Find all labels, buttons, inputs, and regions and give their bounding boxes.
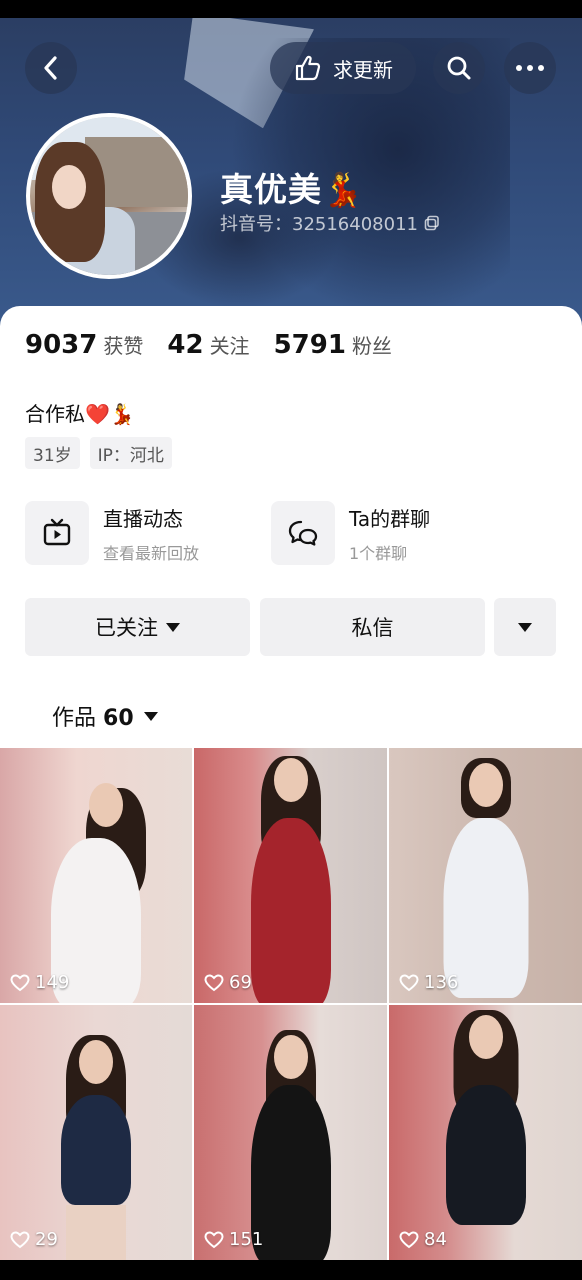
video-thumbnail[interactable]: 84: [389, 1005, 582, 1260]
video-thumbnail[interactable]: 29: [0, 1005, 192, 1260]
douyin-id-text: 抖音号：32516408011: [220, 214, 418, 235]
heart-outline-icon: [10, 973, 30, 991]
tag-age: 31岁: [25, 437, 80, 469]
caret-down-icon: [143, 711, 158, 721]
stat-likes[interactable]: 9037 获赞: [25, 330, 143, 360]
heart-outline-icon: [399, 1230, 419, 1248]
chevron-left-icon: [44, 56, 57, 80]
search-icon: [447, 56, 471, 80]
group-chat-subtitle: 1个群聊: [349, 543, 408, 563]
profile-screen: 求更新 真优美💃 抖音号：32516408011 9037 获赞 42 关注 5…: [0, 0, 582, 1280]
more-dots-icon: [516, 65, 544, 71]
message-button[interactable]: 私信: [260, 598, 485, 656]
heart-outline-icon: [204, 1230, 224, 1248]
live-updates-subtitle: 查看最新回放: [103, 543, 200, 563]
heart-outline-icon: [399, 973, 419, 991]
followed-label: 已关注: [95, 616, 158, 640]
followed-button[interactable]: 已关注: [25, 598, 250, 656]
like-count: 149: [10, 972, 69, 993]
like-count: 136: [399, 972, 458, 993]
stat-following[interactable]: 42 关注: [167, 330, 249, 360]
works-count: 60: [103, 706, 134, 731]
profile-stats: 9037 获赞 42 关注 5791 粉丝: [25, 330, 392, 360]
live-updates-entry[interactable]: 直播动态 查看最新回放: [25, 500, 199, 566]
caret-down-icon: [518, 622, 532, 632]
works-tab-label: 作品: [52, 706, 97, 731]
tag-ip-location: IP：河北: [89, 437, 172, 469]
request-update-label: 求更新: [333, 57, 393, 82]
douyin-id[interactable]: 抖音号：32516408011: [220, 210, 440, 236]
tab-works[interactable]: 作品 60: [52, 700, 158, 732]
heart-outline-icon: [204, 973, 224, 991]
like-count: 29: [10, 1229, 58, 1250]
more-button[interactable]: [504, 42, 556, 94]
hand-point-icon: [295, 55, 321, 81]
heart-outline-icon: [10, 1230, 30, 1248]
group-chat-title: Ta的群聊: [349, 506, 431, 531]
message-label: 私信: [351, 616, 394, 640]
search-button[interactable]: [433, 42, 485, 94]
chat-bubbles-icon: [288, 520, 318, 546]
video-thumbnail[interactable]: 149: [0, 748, 192, 1003]
like-count: 84: [399, 1229, 447, 1250]
avatar[interactable]: [26, 113, 192, 279]
copy-icon[interactable]: [424, 215, 440, 231]
caret-down-icon: [166, 622, 180, 632]
profile-name: 真优美💃: [220, 170, 365, 209]
video-thumbnail[interactable]: 136: [389, 748, 582, 1003]
stat-followers[interactable]: 5791 粉丝: [274, 330, 392, 360]
tv-play-icon: [43, 518, 71, 546]
status-bar: [0, 0, 582, 18]
profile-bio: 合作私❤️💃: [25, 402, 135, 426]
back-button[interactable]: [25, 42, 77, 94]
more-options-button[interactable]: [494, 598, 556, 656]
like-count: 151: [204, 1229, 263, 1250]
navigation-bar: [0, 1260, 582, 1280]
like-count: 69: [204, 972, 252, 993]
video-thumbnail[interactable]: 151: [194, 1005, 387, 1260]
video-thumbnail[interactable]: 69: [194, 748, 387, 1003]
live-updates-title: 直播动态: [103, 506, 183, 531]
request-update-button[interactable]: 求更新: [270, 42, 416, 94]
video-grid: 149 69 136 29 151 84: [0, 748, 582, 1260]
profile-tags: 31岁 IP：河北: [25, 437, 172, 469]
group-chat-entry[interactable]: Ta的群聊 1个群聊: [271, 500, 430, 566]
